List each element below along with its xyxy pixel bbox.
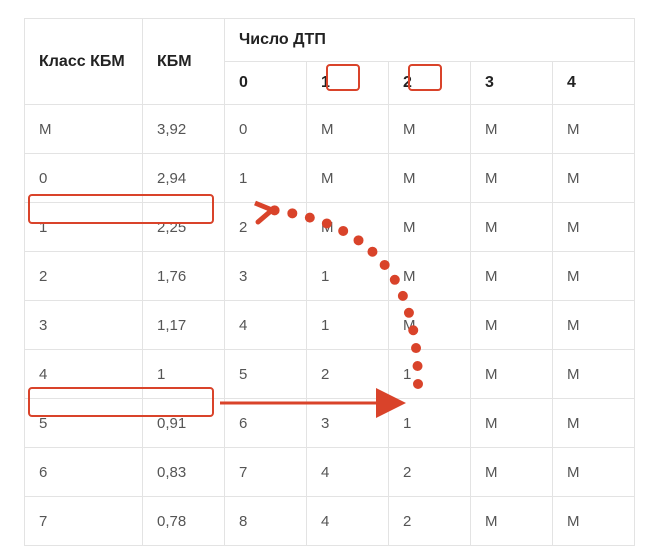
cell-dtp: М [307, 154, 389, 203]
table-row: 0 2,94 1 М М М М [25, 154, 635, 203]
cell-dtp: 0 [225, 105, 307, 154]
cell-class: 2 [25, 252, 143, 301]
cell-class: 1 [25, 203, 143, 252]
cell-class: 0 [25, 154, 143, 203]
cell-dtp: 1 [307, 252, 389, 301]
cell-dtp: М [471, 350, 553, 399]
cell-dtp: М [389, 301, 471, 350]
cell-dtp: 4 [307, 497, 389, 546]
cell-dtp: 5 [225, 350, 307, 399]
col-dtp-0-header: 0 [225, 62, 307, 105]
table-row: 2 1,76 3 1 М М М [25, 252, 635, 301]
table-row: 7 0,78 8 4 2 М М [25, 497, 635, 546]
cell-class: 5 [25, 399, 143, 448]
cell-dtp: М [553, 399, 635, 448]
cell-dtp: 4 [225, 301, 307, 350]
cell-dtp: 4 [307, 448, 389, 497]
col-dtp-group-header: Число ДТП [225, 19, 635, 62]
col-dtp-1-header: 1 [307, 62, 389, 105]
cell-dtp: М [471, 105, 553, 154]
cell-dtp: 2 [389, 497, 471, 546]
cell-dtp: 6 [225, 399, 307, 448]
cell-dtp: 1 [307, 301, 389, 350]
cell-kbm: 1,76 [143, 252, 225, 301]
cell-dtp: М [553, 448, 635, 497]
cell-dtp: М [389, 203, 471, 252]
cell-dtp: 3 [307, 399, 389, 448]
cell-dtp: М [389, 252, 471, 301]
cell-class: 7 [25, 497, 143, 546]
cell-dtp: М [553, 203, 635, 252]
cell-class: 4 [25, 350, 143, 399]
cell-dtp: 1 [389, 399, 471, 448]
col-dtp-3-header: 3 [471, 62, 553, 105]
cell-dtp: 2 [307, 350, 389, 399]
table-row: 5 0,91 6 3 1 М М [25, 399, 635, 448]
cell-kbm: 1 [143, 350, 225, 399]
table-row: 4 1 5 2 1 М М [25, 350, 635, 399]
cell-dtp: М [471, 448, 553, 497]
cell-dtp: М [553, 350, 635, 399]
cell-dtp: 7 [225, 448, 307, 497]
col-dtp-2-header: 2 [389, 62, 471, 105]
cell-kbm: 2,94 [143, 154, 225, 203]
cell-kbm: 0,78 [143, 497, 225, 546]
kbm-table: Класс КБМ КБМ Число ДТП 0 1 2 3 4 М 3,92… [24, 18, 635, 546]
table-row: М 3,92 0 М М М М [25, 105, 635, 154]
cell-class: М [25, 105, 143, 154]
cell-dtp: М [471, 301, 553, 350]
cell-dtp: 3 [225, 252, 307, 301]
cell-dtp: М [471, 154, 553, 203]
cell-dtp: 1 [389, 350, 471, 399]
cell-dtp: 8 [225, 497, 307, 546]
cell-dtp: 1 [225, 154, 307, 203]
cell-class: 6 [25, 448, 143, 497]
cell-dtp: М [553, 252, 635, 301]
kbm-table-figure: Класс КБМ КБМ Число ДТП 0 1 2 3 4 М 3,92… [0, 0, 656, 558]
cell-kbm: 0,91 [143, 399, 225, 448]
cell-kbm: 2,25 [143, 203, 225, 252]
cell-dtp: 2 [225, 203, 307, 252]
cell-dtp: М [553, 105, 635, 154]
cell-dtp: М [553, 301, 635, 350]
cell-dtp: М [553, 497, 635, 546]
col-kbm-header: КБМ [143, 19, 225, 105]
cell-dtp: 2 [389, 448, 471, 497]
table-row: 6 0,83 7 4 2 М М [25, 448, 635, 497]
table-row: 1 2,25 2 М М М М [25, 203, 635, 252]
cell-dtp: М [471, 203, 553, 252]
col-dtp-4-header: 4 [553, 62, 635, 105]
col-class-header: Класс КБМ [25, 19, 143, 105]
table-row: 3 1,17 4 1 М М М [25, 301, 635, 350]
cell-kbm: 1,17 [143, 301, 225, 350]
cell-dtp: М [307, 105, 389, 154]
cell-dtp: М [471, 252, 553, 301]
cell-dtp: М [471, 399, 553, 448]
cell-class: 3 [25, 301, 143, 350]
cell-dtp: М [553, 154, 635, 203]
cell-kbm: 0,83 [143, 448, 225, 497]
cell-dtp: М [389, 105, 471, 154]
cell-dtp: М [471, 497, 553, 546]
cell-dtp: М [307, 203, 389, 252]
cell-dtp: М [389, 154, 471, 203]
cell-kbm: 3,92 [143, 105, 225, 154]
